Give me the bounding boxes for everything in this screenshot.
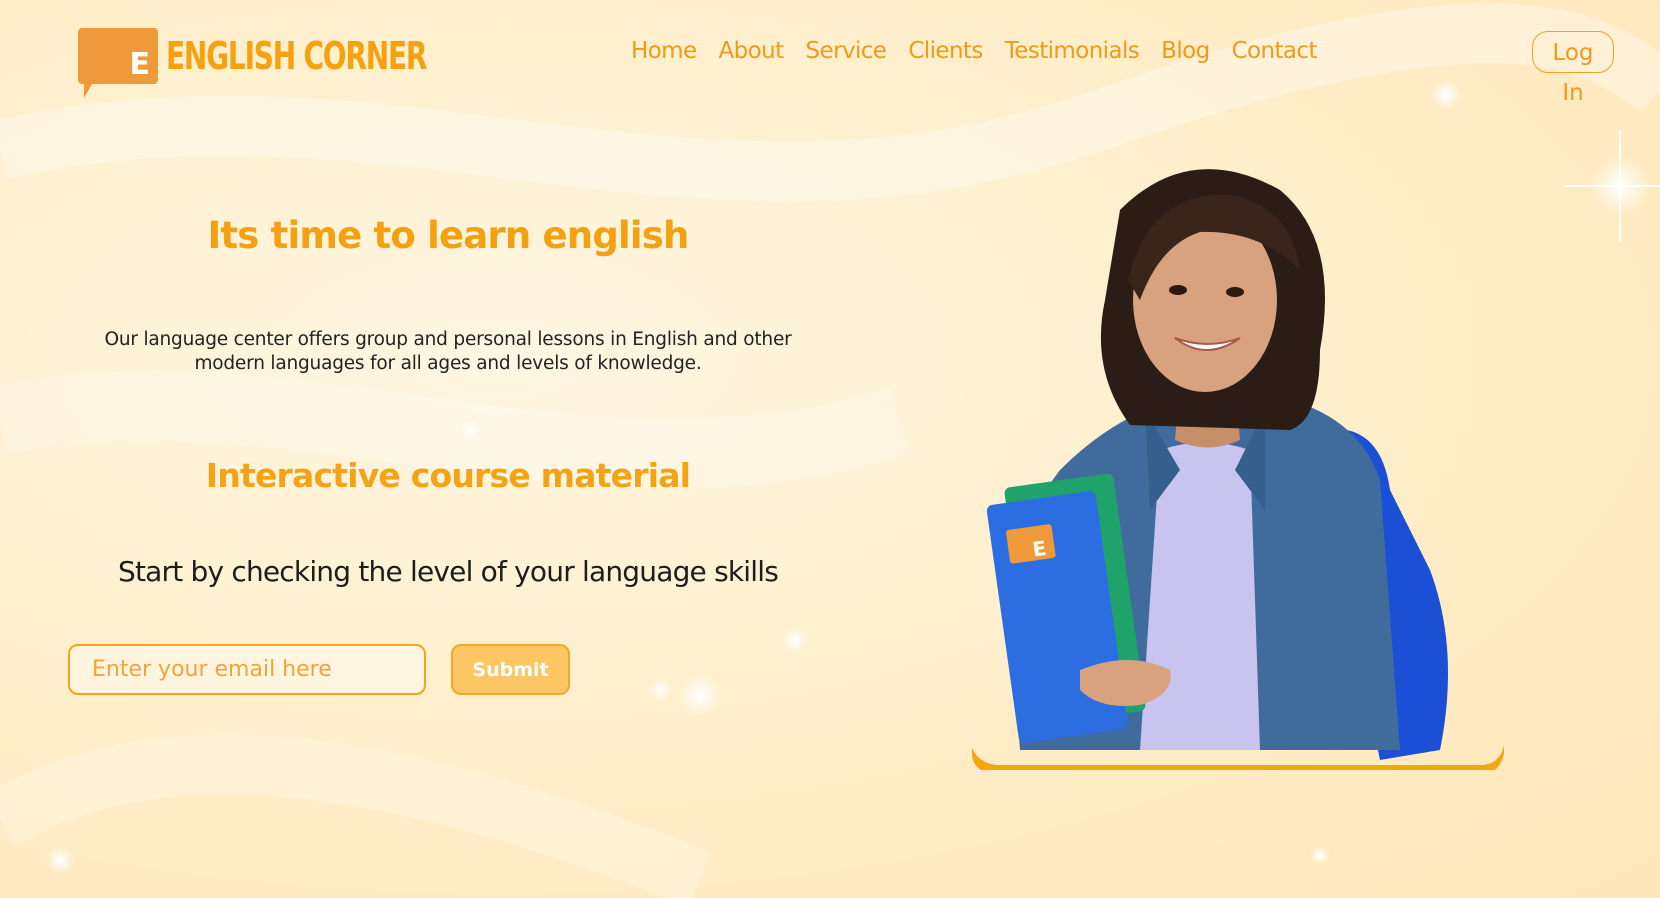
email-input[interactable] xyxy=(68,644,426,695)
brand-logo[interactable]: E ENGLISH CORNER xyxy=(78,28,483,98)
hero-cta-text: Start by checking the level of your lang… xyxy=(118,555,779,588)
nav-contact-link[interactable]: Contact xyxy=(1232,38,1318,64)
folder-logo-icon xyxy=(1006,524,1056,564)
speech-bubble-icon: E xyxy=(78,28,158,98)
nav-about-link[interactable]: About xyxy=(719,38,785,64)
hero-description: Our language center offers group and per… xyxy=(104,329,792,374)
nav-clients-link[interactable]: Clients xyxy=(908,38,983,64)
nav-service-link[interactable]: Service xyxy=(806,38,887,64)
nav-home-link[interactable]: Home xyxy=(631,38,697,64)
main-nav: Home About Service Clients Testimonials … xyxy=(631,38,1339,64)
submit-button[interactable]: Submit xyxy=(451,644,570,695)
student-photo: E xyxy=(972,169,1504,770)
logo-letter: E xyxy=(129,47,151,82)
hero-subtitle: Interactive course material xyxy=(205,456,691,495)
login-button[interactable]: Log In xyxy=(1532,31,1614,106)
nav-blog-link[interactable]: Blog xyxy=(1161,38,1210,64)
hero-title: Its time to learn english xyxy=(207,214,689,257)
nav-testimonials-link[interactable]: Testimonials xyxy=(1005,38,1140,64)
brand-name: ENGLISH CORNER xyxy=(166,34,428,78)
